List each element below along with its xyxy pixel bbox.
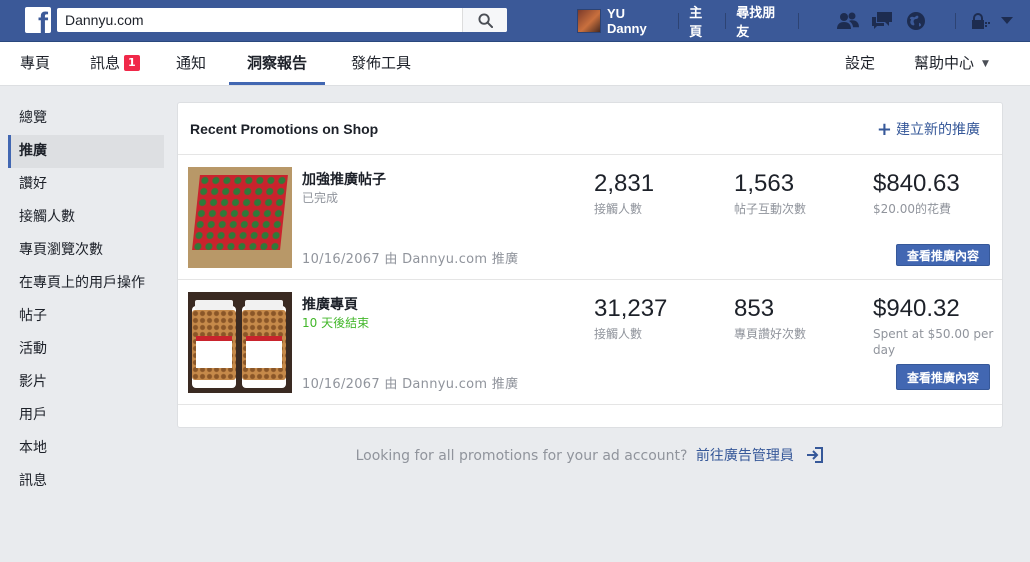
privacy-lock-icon[interactable]	[970, 10, 992, 32]
sidebar-item-events[interactable]: 活動	[8, 333, 164, 366]
sidebar-item-overview[interactable]: 總覽	[8, 102, 164, 135]
spend-metric: $840.63 $20.00的花費	[873, 170, 960, 216]
messages-icon[interactable]	[871, 10, 893, 32]
search-icon	[477, 12, 493, 28]
card-header: Recent Promotions on Shop + 建立新的推廣	[178, 103, 1002, 155]
view-promotion-button[interactable]: 查看推廣內容	[895, 244, 990, 266]
sidebar-item-page-views[interactable]: 專頁瀏覽次數	[8, 234, 164, 267]
account-menu-chevron-down-icon[interactable]	[996, 10, 1018, 32]
promotion-date: 10/16/2067 由 Dannyu.com 推廣	[302, 252, 519, 267]
top-bar: f YU Danny 主頁 尋找朋友	[0, 0, 1030, 42]
promotion-thumbnail[interactable]	[188, 292, 292, 393]
home-link[interactable]: 主頁	[689, 2, 715, 40]
promotion-status: 已完成	[302, 191, 339, 205]
sidebar-item-videos[interactable]: 影片	[8, 366, 164, 399]
tab-help-center[interactable]: 幫助中心 ▼	[914, 42, 989, 85]
sidebar-item-people[interactable]: 用戶	[8, 399, 164, 432]
page-likes-metric: 853 專頁讚好次數	[734, 295, 807, 341]
avatar[interactable]	[577, 9, 601, 33]
chevron-down-icon: ▼	[982, 59, 989, 69]
card-title: Recent Promotions on Shop	[190, 121, 379, 137]
promotion-date: 10/16/2067 由 Dannyu.com 推廣	[302, 377, 519, 392]
friend-requests-icon[interactable]	[837, 10, 860, 32]
promotion-row: 加強推廣帖子 已完成 10/16/2067 由 Dannyu.com 推廣 2,…	[178, 155, 1002, 280]
promotion-title: 加強推廣帖子	[302, 172, 386, 188]
spend-metric: $940.32 Spent at $50.00 per day	[873, 295, 994, 357]
reach-metric: 2,831 接觸人數	[594, 170, 655, 216]
sidebar-item-promotions[interactable]: 推廣	[8, 135, 164, 168]
search-button[interactable]	[462, 8, 507, 32]
page-nav-bar: 專頁 訊息 1 通知 洞察報告 發佈工具 設定 幫助中心 ▼	[0, 42, 1030, 86]
find-friends-link[interactable]: 尋找朋友	[736, 2, 788, 40]
divider	[725, 13, 727, 29]
tab-insights[interactable]: 洞察報告	[229, 42, 326, 85]
ads-manager-prompt: Looking for all promotions for your ad a…	[177, 445, 1003, 467]
insights-sidebar: 總覽 推廣 讚好 接觸人數 專頁瀏覽次數 在專頁上的用戶操作 帖子 活動 影片 …	[8, 102, 164, 498]
view-promotion-button[interactable]: 查看推廣內容	[895, 364, 990, 390]
sidebar-item-actions-on-page[interactable]: 在專頁上的用戶操作	[8, 267, 164, 300]
promotion-thumbnail[interactable]	[188, 167, 292, 268]
create-promotion-link[interactable]: + 建立新的推廣	[877, 119, 980, 140]
promotion-status: 10 天後結束	[302, 316, 370, 330]
tab-publishing-tools[interactable]: 發佈工具	[351, 42, 411, 85]
sidebar-item-messages[interactable]: 訊息	[8, 465, 164, 498]
open-external-icon[interactable]	[806, 447, 824, 467]
divider	[678, 13, 680, 29]
sidebar-item-reach[interactable]: 接觸人數	[8, 201, 164, 234]
divider	[955, 13, 957, 29]
search-box	[57, 8, 507, 32]
globe-notifications-icon[interactable]	[905, 10, 927, 32]
tab-messages[interactable]: 訊息 1	[90, 42, 140, 85]
tab-settings[interactable]: 設定	[845, 42, 875, 85]
tab-page[interactable]: 專頁	[20, 42, 50, 85]
plus-icon: +	[876, 119, 892, 140]
sidebar-item-likes[interactable]: 讚好	[8, 168, 164, 201]
user-name-link[interactable]: YU Danny	[607, 6, 668, 36]
recent-promotions-card: Recent Promotions on Shop + 建立新的推廣 加強推廣帖子…	[177, 102, 1003, 428]
divider	[798, 13, 800, 29]
search-input[interactable]	[57, 8, 462, 32]
promotion-row: 推廣專頁 10 天後結束 10/16/2067 由 Dannyu.com 推廣 …	[178, 280, 1002, 405]
ads-manager-link[interactable]: 前往廣告管理員	[696, 448, 794, 464]
tab-notifications[interactable]: 通知	[176, 42, 206, 85]
facebook-logo-icon[interactable]: f	[25, 7, 51, 33]
sidebar-item-posts[interactable]: 帖子	[8, 300, 164, 333]
reach-metric: 31,237 接觸人數	[594, 295, 668, 341]
engagement-metric: 1,563 帖子互動次數	[734, 170, 807, 216]
top-right-nav: YU Danny 主頁 尋找朋友	[577, 6, 1030, 40]
sidebar-item-local[interactable]: 本地	[8, 432, 164, 465]
message-count-badge: 1	[124, 55, 140, 71]
promotion-title: 推廣專頁	[302, 297, 358, 313]
